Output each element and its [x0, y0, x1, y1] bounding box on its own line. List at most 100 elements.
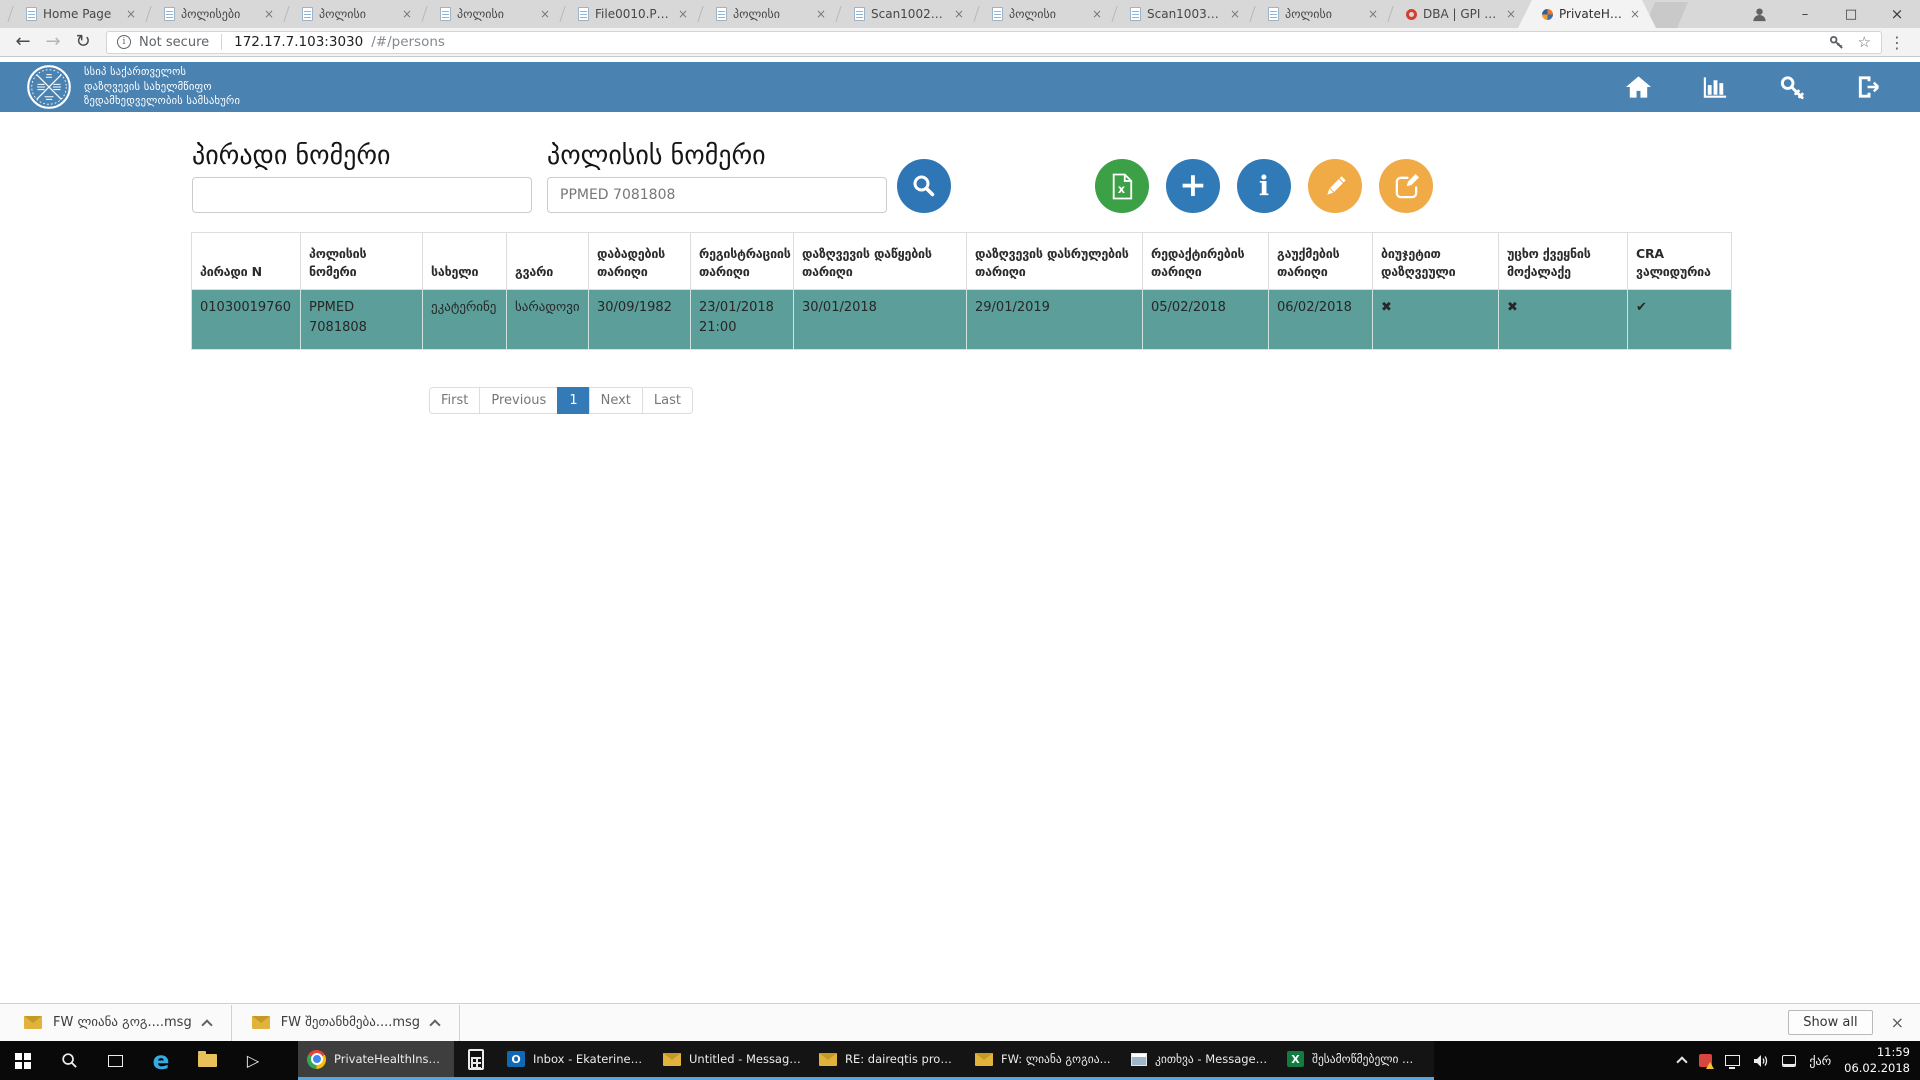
browser-tab[interactable]: File0010.PDF×	[560, 0, 698, 28]
browser-tab[interactable]: პოლისები×	[146, 0, 284, 28]
home-button[interactable]	[1624, 74, 1653, 100]
edit-button[interactable]	[1308, 159, 1362, 213]
browser-tab[interactable]: DBA | GPI Hold×	[1388, 0, 1526, 28]
taskbar-search-button[interactable]	[46, 1041, 92, 1080]
maximize-button[interactable]: □	[1828, 0, 1874, 28]
info-button[interactable]: i	[1237, 159, 1291, 213]
volume-icon[interactable]	[1753, 1054, 1769, 1068]
close-downloads-icon[interactable]: ×	[1891, 1013, 1904, 1032]
refresh-button[interactable]: ↻	[68, 33, 98, 51]
tab-close-icon[interactable]: ×	[540, 8, 550, 20]
close-window-button[interactable]: ×	[1874, 0, 1920, 28]
table-cell[interactable]: PPMED 7081808	[301, 290, 423, 350]
saved-password-key-icon[interactable]	[1829, 35, 1844, 50]
minimize-button[interactable]: –	[1782, 0, 1828, 28]
clock[interactable]: 11:59 06.02.2018	[1844, 1045, 1910, 1076]
table-cell[interactable]: 23/01/2018 21:00	[691, 290, 794, 350]
taskbar-button[interactable]: კითხვა - Message ...	[1122, 1041, 1278, 1080]
document-icon	[302, 7, 313, 21]
taskbar-button[interactable]: Untitled - Message ...	[654, 1041, 810, 1080]
add-button[interactable]: +	[1166, 159, 1220, 213]
pagination-first[interactable]: First	[429, 387, 480, 414]
browser-tab[interactable]: პოლისი×	[1250, 0, 1388, 28]
language-indicator[interactable]: ქარ	[1809, 1054, 1831, 1068]
outlook-icon	[507, 1051, 525, 1067]
pagination: FirstPrevious1NextLast	[430, 387, 693, 414]
tab-close-icon[interactable]: ×	[1092, 8, 1102, 20]
page-content: სსიპ საქართველოს დაზღვევის სახელმწიფო ზე…	[0, 57, 1920, 1003]
browser-tab[interactable]: პოლისი×	[974, 0, 1112, 28]
search-button[interactable]	[897, 159, 951, 213]
tab-close-icon[interactable]: ×	[1630, 8, 1640, 20]
forward-button[interactable]: →	[38, 33, 68, 51]
antivirus-warning-icon[interactable]	[1699, 1054, 1712, 1067]
pagination-previous[interactable]: Previous	[479, 387, 558, 414]
taskbar-button[interactable]	[454, 1041, 498, 1080]
edge-button[interactable]: e	[138, 1041, 184, 1080]
tab-close-icon[interactable]: ×	[1368, 8, 1378, 20]
chevron-up-icon[interactable]	[429, 1019, 440, 1030]
taskbar-button[interactable]: FW: ლიანა გოგია...	[966, 1041, 1122, 1080]
tab-close-icon[interactable]: ×	[678, 8, 688, 20]
tab-close-icon[interactable]: ×	[126, 8, 136, 20]
tab-close-icon[interactable]: ×	[402, 8, 412, 20]
browser-tab[interactable]: Scan10027.JPG×	[836, 0, 974, 28]
profile-button[interactable]	[1736, 0, 1782, 28]
show-all-button[interactable]: Show all	[1788, 1010, 1872, 1035]
browser-tab[interactable]: პოლისი×	[422, 0, 560, 28]
table-cell[interactable]: ✖	[1373, 290, 1499, 350]
tray-chevron-up-icon[interactable]	[1677, 1056, 1688, 1067]
download-item[interactable]: FW ლიანა გოგ....msg	[18, 1015, 217, 1030]
pagination-next[interactable]: Next	[589, 387, 643, 414]
table-cell[interactable]: 06/02/2018	[1269, 290, 1373, 350]
table-cell[interactable]: 05/02/2018	[1143, 290, 1269, 350]
network-icon[interactable]	[1725, 1055, 1740, 1066]
chevron-up-icon[interactable]	[201, 1019, 212, 1030]
browser-tab[interactable]: Scan10038.JPG ×	[1112, 0, 1250, 28]
url-path: /#/persons	[371, 34, 445, 50]
pagination-last[interactable]: Last	[642, 387, 693, 414]
start-button[interactable]	[0, 1041, 46, 1080]
policy-number-input[interactable]	[547, 177, 887, 213]
table-cell[interactable]: 29/01/2019	[967, 290, 1143, 350]
download-item[interactable]: FW შეთანხმება....msg	[246, 1015, 445, 1030]
password-button[interactable]	[1778, 74, 1807, 100]
taskbar-button[interactable]: PrivateHealthInsura...	[298, 1041, 454, 1080]
table-cell[interactable]: 01030019760	[192, 290, 301, 350]
tab-close-icon[interactable]: ×	[264, 8, 274, 20]
table-cell[interactable]: 30/01/2018	[794, 290, 967, 350]
table-cell[interactable]: ✖	[1499, 290, 1628, 350]
export-excel-button[interactable]: x	[1095, 159, 1149, 213]
notifications-icon[interactable]	[1782, 1055, 1796, 1067]
table-cell[interactable]: ეკატერინე	[423, 290, 507, 350]
tab-title: Scan10038.JPG	[1147, 7, 1224, 21]
table-cell[interactable]: ✔	[1628, 290, 1732, 350]
pagination-1[interactable]: 1	[557, 387, 589, 414]
info-icon[interactable]: i	[117, 35, 131, 49]
browser-tab[interactable]: პოლისი×	[698, 0, 836, 28]
table-cell[interactable]: სარადოვი	[507, 290, 589, 350]
tab-close-icon[interactable]: ×	[954, 8, 964, 20]
browser-menu-button[interactable]: ⋮	[1882, 33, 1912, 52]
bookmark-star-icon[interactable]: ☆	[1858, 35, 1871, 50]
table-cell[interactable]: 30/09/1982	[589, 290, 691, 350]
reports-button[interactable]	[1701, 74, 1730, 100]
table-row[interactable]: 01030019760PPMED 7081808ეკატერინესარადოვ…	[192, 290, 1732, 350]
edit-form-button[interactable]	[1379, 159, 1433, 213]
tab-close-icon[interactable]: ×	[1230, 8, 1240, 20]
file-explorer-button[interactable]	[184, 1041, 230, 1080]
taskbar-button[interactable]: RE: daireqtis proble...	[810, 1041, 966, 1080]
taskbar-button[interactable]: შესამოწმებელი ...	[1278, 1041, 1434, 1080]
task-view-button[interactable]	[92, 1041, 138, 1080]
tab-close-icon[interactable]: ×	[816, 8, 826, 20]
personal-number-input[interactable]	[192, 177, 532, 213]
taskbar-button[interactable]: Inbox - Ekaterine O...	[498, 1041, 654, 1080]
browser-tab[interactable]: პოლისი×	[284, 0, 422, 28]
address-bar[interactable]: i Not secure 172.17.7.103:3030 /#/person…	[106, 31, 1882, 54]
logout-button[interactable]	[1855, 74, 1884, 100]
tab-close-icon[interactable]: ×	[1506, 8, 1516, 20]
browser-tab[interactable]: Home Page×	[8, 0, 146, 28]
back-button[interactable]: ←	[8, 33, 38, 51]
browser-tab[interactable]: PrivateHealthIn...×	[1518, 0, 1656, 28]
media-app-button[interactable]: ▷	[230, 1041, 276, 1080]
